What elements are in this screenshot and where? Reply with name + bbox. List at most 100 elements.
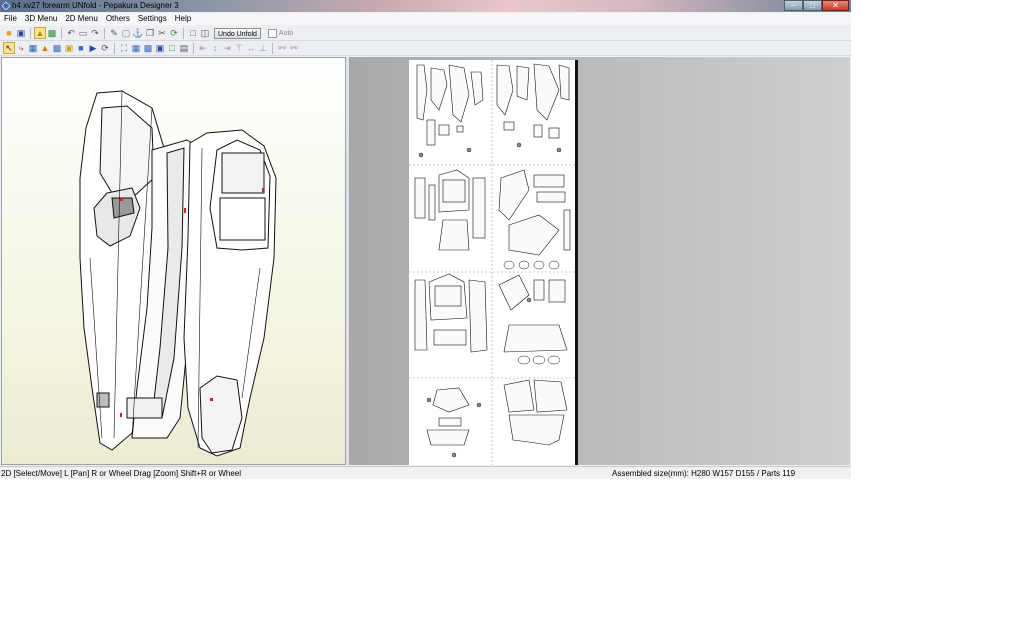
- copy-icon[interactable]: ❐: [145, 28, 155, 38]
- view-2d-icon[interactable]: ▩: [47, 28, 57, 38]
- unfold-part: [558, 64, 570, 101]
- save-icon[interactable]: ▣: [16, 28, 26, 38]
- undo-unfold-button[interactable]: Undo Unfold: [214, 27, 261, 39]
- single-pane-icon[interactable]: □: [188, 28, 198, 38]
- unfold-part-round: [503, 260, 515, 270]
- toolbar-separator: [61, 27, 62, 39]
- menu-settings[interactable]: Settings: [134, 13, 171, 25]
- auto-checkbox-box[interactable]: [267, 28, 277, 38]
- unfold-part: [548, 127, 560, 139]
- menu-others[interactable]: Others: [102, 13, 134, 25]
- unfold-part: [503, 324, 568, 353]
- color-icon[interactable]: ▲: [40, 43, 50, 53]
- menu-2d[interactable]: 2D Menu: [61, 13, 101, 25]
- maximize-button[interactable]: □: [803, 0, 822, 11]
- window-title: h4 xv27 forearm UNfold - Pepakura Design…: [12, 1, 179, 10]
- unfolded-parts-layout[interactable]: [409, 60, 575, 465]
- rotate-icon[interactable]: ■: [76, 43, 86, 53]
- redo-icon[interactable]: ↷: [90, 28, 100, 38]
- redo-arrow-icon[interactable]: ⟳: [100, 43, 110, 53]
- trash-icon[interactable]: ▭: [78, 28, 88, 38]
- app-window: h4 xv27 forearm UNfold - Pepakura Design…: [0, 0, 851, 479]
- layout-icon[interactable]: ⛶: [119, 43, 129, 53]
- unfold-part: [448, 64, 470, 123]
- model-bottom-block: [126, 397, 163, 419]
- menu-file[interactable]: File: [0, 13, 21, 25]
- scissors-icon[interactable]: ✂: [157, 28, 167, 38]
- menu-help[interactable]: Help: [171, 13, 195, 25]
- refresh-icon[interactable]: ⟳: [169, 28, 179, 38]
- minimize-button[interactable]: –: [784, 0, 803, 11]
- unfold-part-round: [548, 260, 560, 270]
- unfold-part: [563, 209, 571, 251]
- toolbar-separator: [193, 42, 194, 54]
- toolbar-separator: [104, 27, 105, 39]
- auto-checkbox[interactable]: Auto: [267, 28, 293, 38]
- open-folder-icon[interactable]: ■: [4, 28, 14, 38]
- unfold-part: [533, 379, 568, 413]
- select-icon[interactable]: ↖: [3, 42, 15, 54]
- unfold-part: [503, 121, 515, 131]
- model-right-window-slot: [221, 152, 265, 194]
- zoom-out-icon[interactable]: ⚯: [289, 43, 299, 53]
- zoom-in-icon[interactable]: ⚯: [277, 43, 287, 53]
- 2d-view-pane[interactable]: [349, 57, 850, 465]
- unfold-part: [414, 279, 428, 351]
- align-top-icon[interactable]: ⊤: [234, 43, 244, 53]
- print-icon[interactable]: ▣: [155, 43, 165, 53]
- undo-icon[interactable]: ↶: [66, 28, 76, 38]
- unfold-part: [414, 177, 426, 219]
- cube-icon[interactable]: ▢: [121, 28, 131, 38]
- view-3d-icon[interactable]: ▲: [34, 27, 46, 39]
- page-setup-icon[interactable]: ▤: [179, 43, 189, 53]
- page-icon[interactable]: □: [167, 43, 177, 53]
- box-icon[interactable]: ▣: [64, 43, 74, 53]
- split-pane-icon[interactable]: ◫: [200, 28, 210, 38]
- close-button[interactable]: ✕: [822, 0, 849, 11]
- unfold-part: [470, 71, 484, 106]
- menu-3d[interactable]: 3D Menu: [21, 13, 61, 25]
- paper-sheet[interactable]: [409, 60, 578, 465]
- unfold-part: [468, 279, 488, 353]
- model-red-seam-3: [262, 188, 264, 192]
- unfold-part: [533, 63, 560, 121]
- unfold-part: [416, 64, 428, 121]
- toolbar-separator: [114, 42, 115, 54]
- fill-icon[interactable]: ▩: [52, 43, 62, 53]
- edge-icon[interactable]: ⤷: [16, 43, 26, 53]
- 3d-view-pane[interactable]: [1, 57, 346, 465]
- unfold-part: [426, 429, 470, 446]
- anchor-icon[interactable]: ⚓: [132, 28, 143, 38]
- group-icon[interactable]: ▩: [143, 43, 153, 53]
- align-left-icon[interactable]: ⇤: [198, 43, 208, 53]
- maximize-icon: □: [810, 0, 815, 10]
- texture-icon[interactable]: ▦: [28, 43, 38, 53]
- main-toolbar: ■ ▣ ▲ ▩ ↶ ▭ ↷ ✎ ▢ ⚓ ❐ ✂ ⟳ □ ◫ Undo Unfol…: [0, 26, 851, 41]
- unfold-part: [433, 329, 467, 346]
- model-red-seam-2: [184, 208, 186, 213]
- model-bottom-block-2: [96, 392, 110, 408]
- unfold-part-round: [533, 260, 545, 270]
- title-bar: h4 xv27 forearm UNfold - Pepakura Design…: [0, 0, 851, 12]
- align-bottom-icon[interactable]: ⊥: [258, 43, 268, 53]
- close-icon: ✕: [832, 0, 839, 10]
- unfold-part-small: [426, 397, 432, 403]
- unfold-part: [456, 125, 464, 133]
- arrange-icon[interactable]: ▦: [131, 43, 141, 53]
- pencil-icon[interactable]: ✎: [109, 28, 119, 38]
- unfold-part-small: [476, 402, 482, 408]
- align-center-icon[interactable]: ↕: [210, 43, 220, 53]
- unfold-part-round: [518, 260, 530, 270]
- hand-icon[interactable]: ▶: [88, 43, 98, 53]
- unfold-part: [508, 214, 560, 256]
- unfold-part: [438, 124, 450, 136]
- toolbar-separator: [30, 27, 31, 39]
- align-right-icon[interactable]: ⇥: [222, 43, 232, 53]
- align-middle-icon[interactable]: ↔: [246, 43, 256, 53]
- model-red-seam-1: [120, 198, 123, 201]
- toolbar-separator: [183, 27, 184, 39]
- unfold-part-small: [556, 147, 562, 153]
- unfold-part: [434, 285, 462, 307]
- minimize-icon: –: [791, 0, 796, 10]
- forearm-3d-model[interactable]: [2, 58, 347, 466]
